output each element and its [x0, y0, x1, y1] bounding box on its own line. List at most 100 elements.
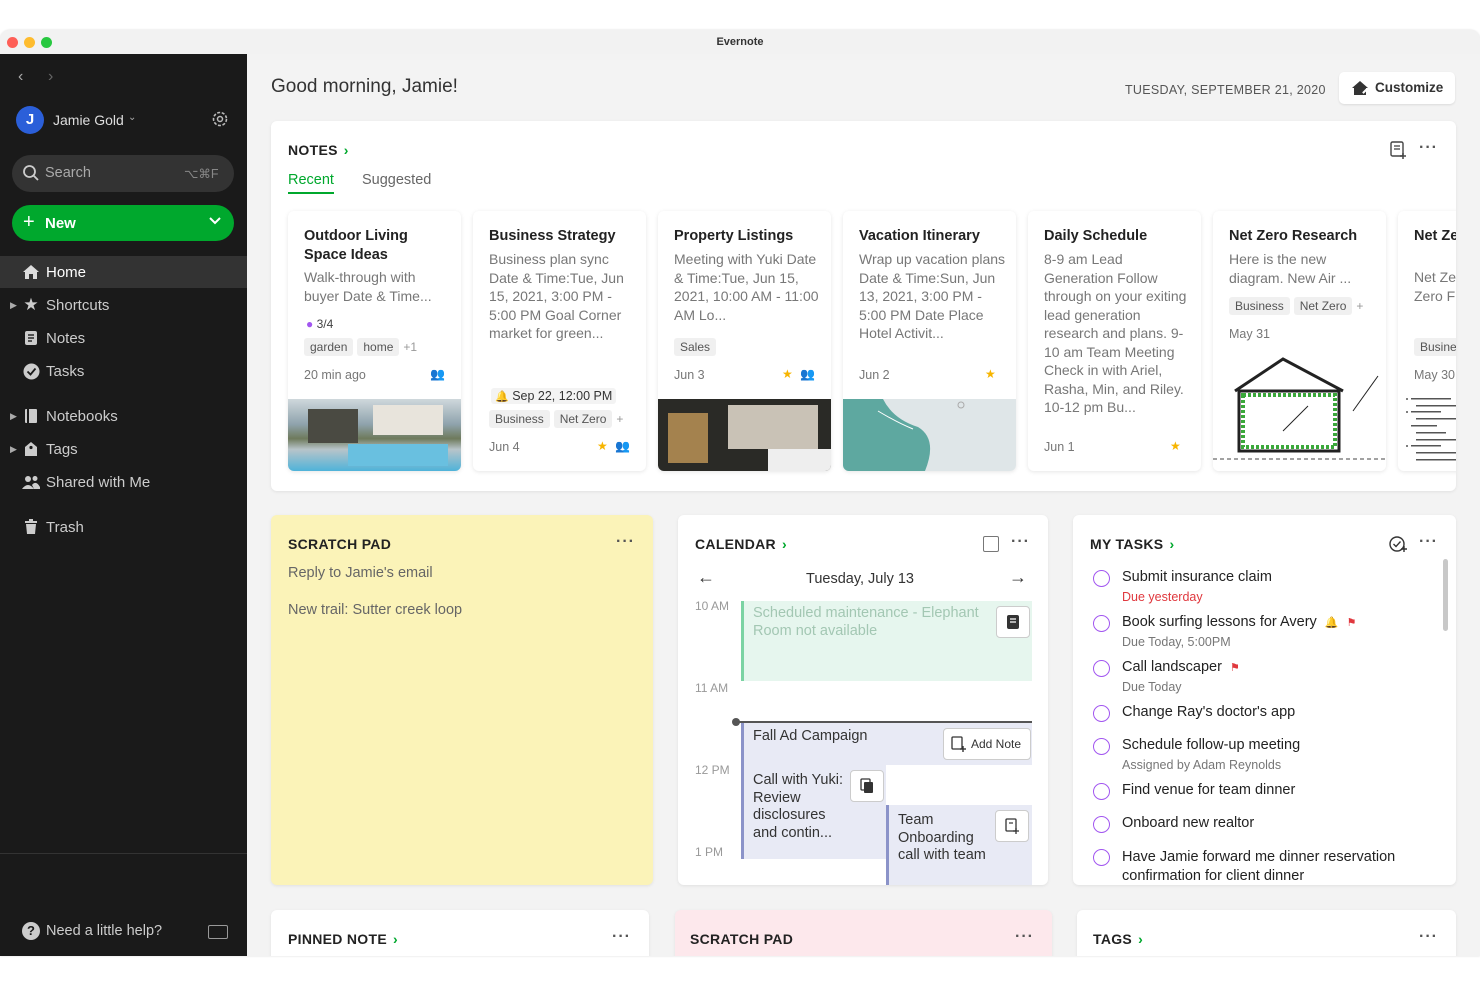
note-card[interactable]: Business Strategy Business plan sync Dat…	[473, 211, 646, 471]
more-tags[interactable]: +	[616, 412, 623, 426]
note-card[interactable]: Property Listings Meeting with Yuki Date…	[658, 211, 831, 471]
sidebar-item-shared[interactable]: Shared with Me	[0, 466, 247, 498]
more-options-icon[interactable]: ···	[1419, 533, 1438, 551]
next-day-arrow-icon[interactable]: →	[1009, 567, 1027, 588]
more-options-icon[interactable]: ···	[1015, 928, 1034, 946]
caret-right-icon[interactable]: ▶	[10, 444, 17, 455]
add-note-button[interactable]: Add Note	[943, 728, 1031, 760]
tag-chip[interactable]: Sales	[674, 338, 717, 356]
tag-chip[interactable]: Net Zero	[1293, 297, 1353, 315]
forward-arrow-icon[interactable]: ›	[48, 68, 53, 86]
calendar-event[interactable]: Scheduled maintenance - Elephant Room no…	[741, 601, 1032, 681]
note-card[interactable]: Net Zero Documents Net Zero Documents Ze…	[1398, 211, 1456, 471]
calendar-icon[interactable]	[983, 536, 999, 552]
tag-chip[interactable]: Business	[1229, 297, 1290, 315]
close-window-button[interactable]	[7, 37, 18, 48]
tag-chip[interactable]: Net Zero	[553, 410, 613, 428]
note-thumbnail	[843, 399, 1016, 471]
note-date: May 30	[1414, 368, 1455, 382]
task-checkbox[interactable]	[1093, 783, 1110, 800]
search-icon	[22, 164, 40, 182]
note-thumbnail	[1213, 351, 1386, 471]
sidebar-item-trash[interactable]: Trash	[0, 511, 247, 543]
more-options-icon[interactable]: ···	[1419, 928, 1438, 946]
calendar-event[interactable]: Team Onboarding call with team	[886, 805, 1032, 885]
task-checkbox[interactable]	[1093, 738, 1110, 755]
bell-icon: 🔔	[1324, 617, 1339, 629]
sidebar-item-notes[interactable]: Notes	[0, 322, 247, 354]
sidebar-item-home[interactable]: Home	[0, 256, 247, 288]
note-title: Business Strategy	[489, 228, 616, 244]
sidebar-item-tags[interactable]: ▶ Tags	[0, 433, 247, 465]
keyboard-icon[interactable]	[208, 925, 228, 939]
note-card[interactable]: Net Zero Research Here is the new diagra…	[1213, 211, 1386, 471]
widget-title[interactable]: MY TASKS ›	[1090, 536, 1174, 552]
caret-right-icon[interactable]: ▶	[10, 300, 17, 311]
zoom-window-button[interactable]	[41, 37, 52, 48]
widget-title[interactable]: NOTES ›	[288, 142, 349, 158]
search-shortcut: ⌥⌘F	[184, 167, 219, 181]
more-options-icon[interactable]: ···	[1011, 533, 1030, 551]
note-card[interactable]: Vacation Itinerary Wrap up vacation plan…	[843, 211, 1016, 471]
more-options-icon[interactable]: ···	[612, 928, 631, 946]
new-button[interactable]: + New	[12, 205, 234, 241]
notes-icon	[22, 329, 40, 347]
widget-title: SCRATCH PAD	[690, 931, 794, 947]
tag-chip[interactable]: Business	[1414, 338, 1456, 356]
task-checkbox[interactable]	[1093, 660, 1110, 677]
tag-chip[interactable]: Business	[489, 410, 550, 428]
note-card[interactable]: Daily Schedule 8-9 am Lead Generation Fo…	[1028, 211, 1201, 471]
search-input[interactable]: Search ⌥⌘F	[12, 155, 234, 192]
chevron-down-icon[interactable]	[208, 213, 222, 227]
task-checkbox[interactable]	[1093, 570, 1110, 587]
prev-day-arrow-icon[interactable]: ←	[697, 567, 715, 588]
sidebar-item-label: Shortcuts	[46, 296, 110, 314]
new-note-icon[interactable]	[1390, 141, 1408, 159]
calendar-widget: CALENDAR › ··· ← Tuesday, July 13 → 10 AM…	[678, 515, 1048, 885]
sidebar-item-notebooks[interactable]: ▶ Notebooks	[0, 400, 247, 432]
tag-chip[interactable]: home	[357, 338, 400, 356]
back-arrow-icon[interactable]: ‹	[18, 68, 23, 86]
sidebar-item-shortcuts[interactable]: ▶ ★ Shortcuts	[0, 289, 247, 321]
add-note-label: Add Note	[971, 737, 1022, 751]
task-due: Due Today	[1122, 680, 1182, 694]
tag-chip[interactable]: garden	[304, 338, 354, 356]
scratch-pad-widget[interactable]: SCRATCH PAD ··· Reply to Jamie's email N…	[271, 515, 653, 885]
home-main: Good morning, Jamie! TUESDAY, SEPTEMBER …	[247, 54, 1480, 956]
customize-button[interactable]: Customize	[1339, 72, 1455, 104]
more-tags[interactable]: +	[1356, 299, 1363, 313]
more-options-icon[interactable]: ···	[1419, 139, 1438, 157]
tab-recent[interactable]: Recent	[288, 172, 334, 194]
add-task-icon[interactable]	[1389, 535, 1407, 553]
task-checkbox[interactable]	[1093, 705, 1110, 722]
note-icon[interactable]	[996, 606, 1030, 638]
copy-icon[interactable]	[850, 770, 884, 802]
reminder-badge[interactable]: 🔔 Sep 22, 12:00 PM	[491, 388, 617, 404]
tab-suggested[interactable]: Suggested	[362, 172, 431, 188]
gear-icon[interactable]	[210, 109, 230, 129]
account-menu[interactable]: J Jamie Gold ⌄	[16, 106, 146, 134]
note-icon[interactable]	[995, 810, 1029, 842]
sidebar-item-tasks[interactable]: Tasks	[0, 355, 247, 387]
tags-widget: TAGS › ···	[1077, 910, 1456, 956]
calendar-event[interactable]: Call with Yuki: Review disclosures and c…	[741, 765, 886, 859]
scratch-pad-widget-2[interactable]: SCRATCH PAD ···	[675, 910, 1052, 956]
more-options-icon[interactable]: ···	[616, 533, 635, 551]
sidebar-item-label: Notebooks	[46, 407, 118, 425]
task-checkbox[interactable]	[1093, 849, 1110, 866]
minimize-window-button[interactable]	[24, 37, 35, 48]
more-tags[interactable]: +1	[403, 340, 417, 354]
widget-title[interactable]: PINNED NOTE ›	[288, 931, 398, 947]
note-date: May 31	[1229, 327, 1270, 341]
help-link[interactable]: ? Need a little help?	[22, 922, 182, 942]
widget-title[interactable]: CALENDAR ›	[695, 536, 787, 552]
current-time-dot	[732, 718, 740, 726]
task-checkbox[interactable]	[1093, 615, 1110, 632]
scrollbar-thumb[interactable]	[1443, 559, 1448, 631]
widget-title[interactable]: TAGS ›	[1093, 931, 1143, 947]
task-checkbox[interactable]	[1093, 816, 1110, 833]
note-card[interactable]: Outdoor Living Space Ideas Walk-through …	[288, 211, 461, 471]
caret-right-icon[interactable]: ▶	[10, 411, 17, 422]
calendar-event[interactable]: Fall Ad Campaign Add Note	[741, 723, 1032, 765]
calendar-day-label: Tuesday, July 13	[806, 571, 914, 587]
